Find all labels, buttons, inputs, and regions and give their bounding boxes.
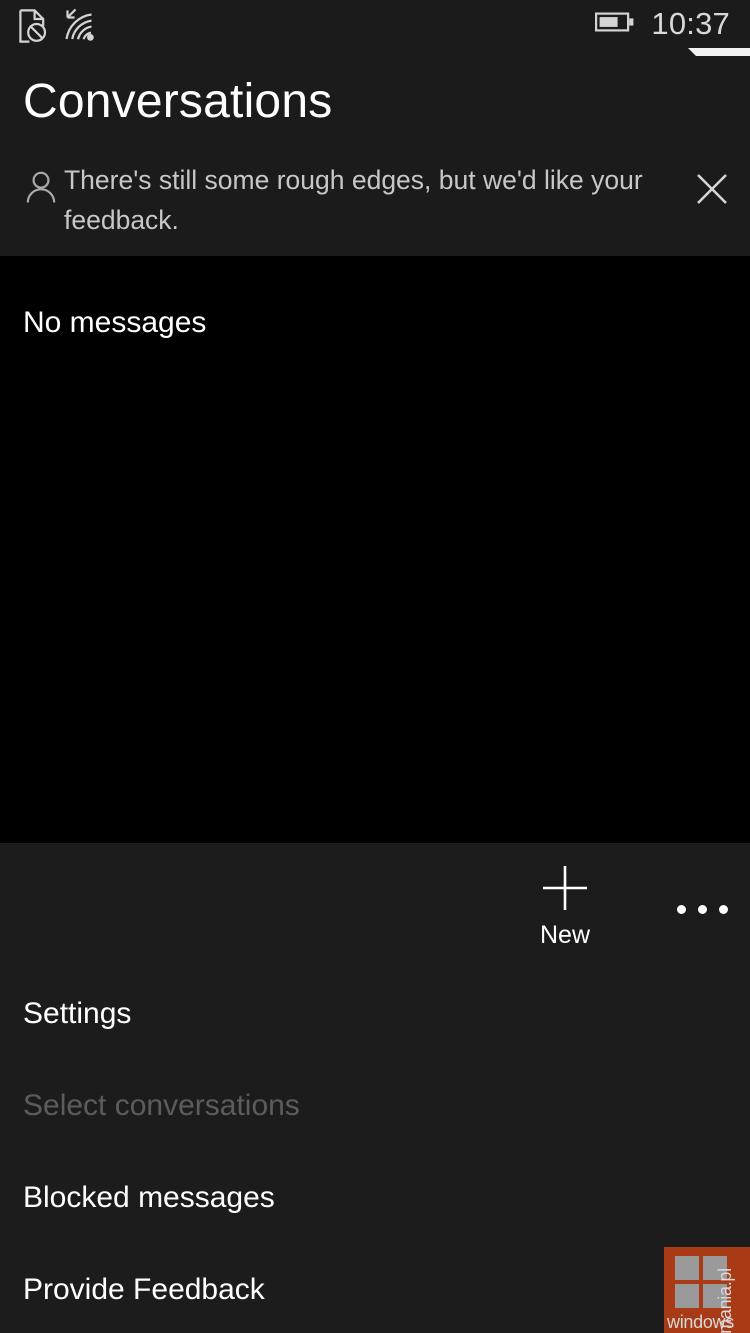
menu-item-select-conversations: Select conversations — [0, 1060, 750, 1152]
person-icon — [24, 170, 58, 204]
phone-screen: 10:37 α Conversations There's still some… — [0, 0, 750, 1333]
status-bar: 10:37 — [0, 0, 750, 56]
watermark-side-word: mania.pl — [715, 1268, 735, 1333]
status-bar-left-icons — [18, 6, 98, 51]
ellipsis-dot-3 — [718, 904, 728, 914]
feedback-banner[interactable]: There's still some rough edges, but we'd… — [0, 156, 750, 252]
app-bar: New Settings Select conversations Blocke… — [0, 843, 750, 1333]
ellipsis-dot-1 — [676, 904, 686, 914]
plus-icon — [540, 863, 590, 913]
status-bar-clock: 10:37 — [651, 6, 730, 41]
close-icon[interactable] — [691, 168, 733, 210]
wifi-icon — [62, 6, 98, 51]
watermark-logo: windows mania.pl — [664, 1247, 750, 1333]
ellipsis-icon[interactable] — [664, 885, 740, 933]
menu-item-label: Provide Feedback — [23, 1273, 265, 1306]
menu-item-blocked-messages[interactable]: Blocked messages — [0, 1152, 750, 1244]
feedback-banner-text: There's still some rough edges, but we'd… — [64, 165, 643, 235]
menu-item-label: Settings — [23, 997, 132, 1030]
battery-icon — [595, 11, 635, 38]
page-header: Conversations There's still some rough e… — [0, 56, 750, 256]
overflow-menu: Settings Select conversations Blocked me… — [0, 968, 750, 1333]
menu-item-label: Select conversations — [23, 1089, 300, 1122]
grid-pane-1 — [675, 1256, 699, 1280]
page-title: Conversations — [23, 75, 333, 128]
new-conversation-label: New — [539, 921, 590, 949]
ellipsis-dot-2 — [697, 904, 707, 914]
new-conversation-button[interactable]: New — [497, 863, 633, 950]
conversation-list[interactable]: No messages — [0, 256, 750, 843]
no-sim-icon — [18, 8, 48, 49]
menu-item-label: Blocked messages — [23, 1181, 275, 1214]
status-bar-right: 10:37 — [595, 4, 730, 44]
empty-state-label: No messages — [23, 306, 207, 339]
menu-item-settings[interactable]: Settings — [0, 968, 750, 1060]
app-bar-actions: New — [0, 843, 750, 968]
grid-pane-3 — [675, 1284, 699, 1308]
menu-item-provide-feedback[interactable]: Provide Feedback — [0, 1244, 750, 1333]
